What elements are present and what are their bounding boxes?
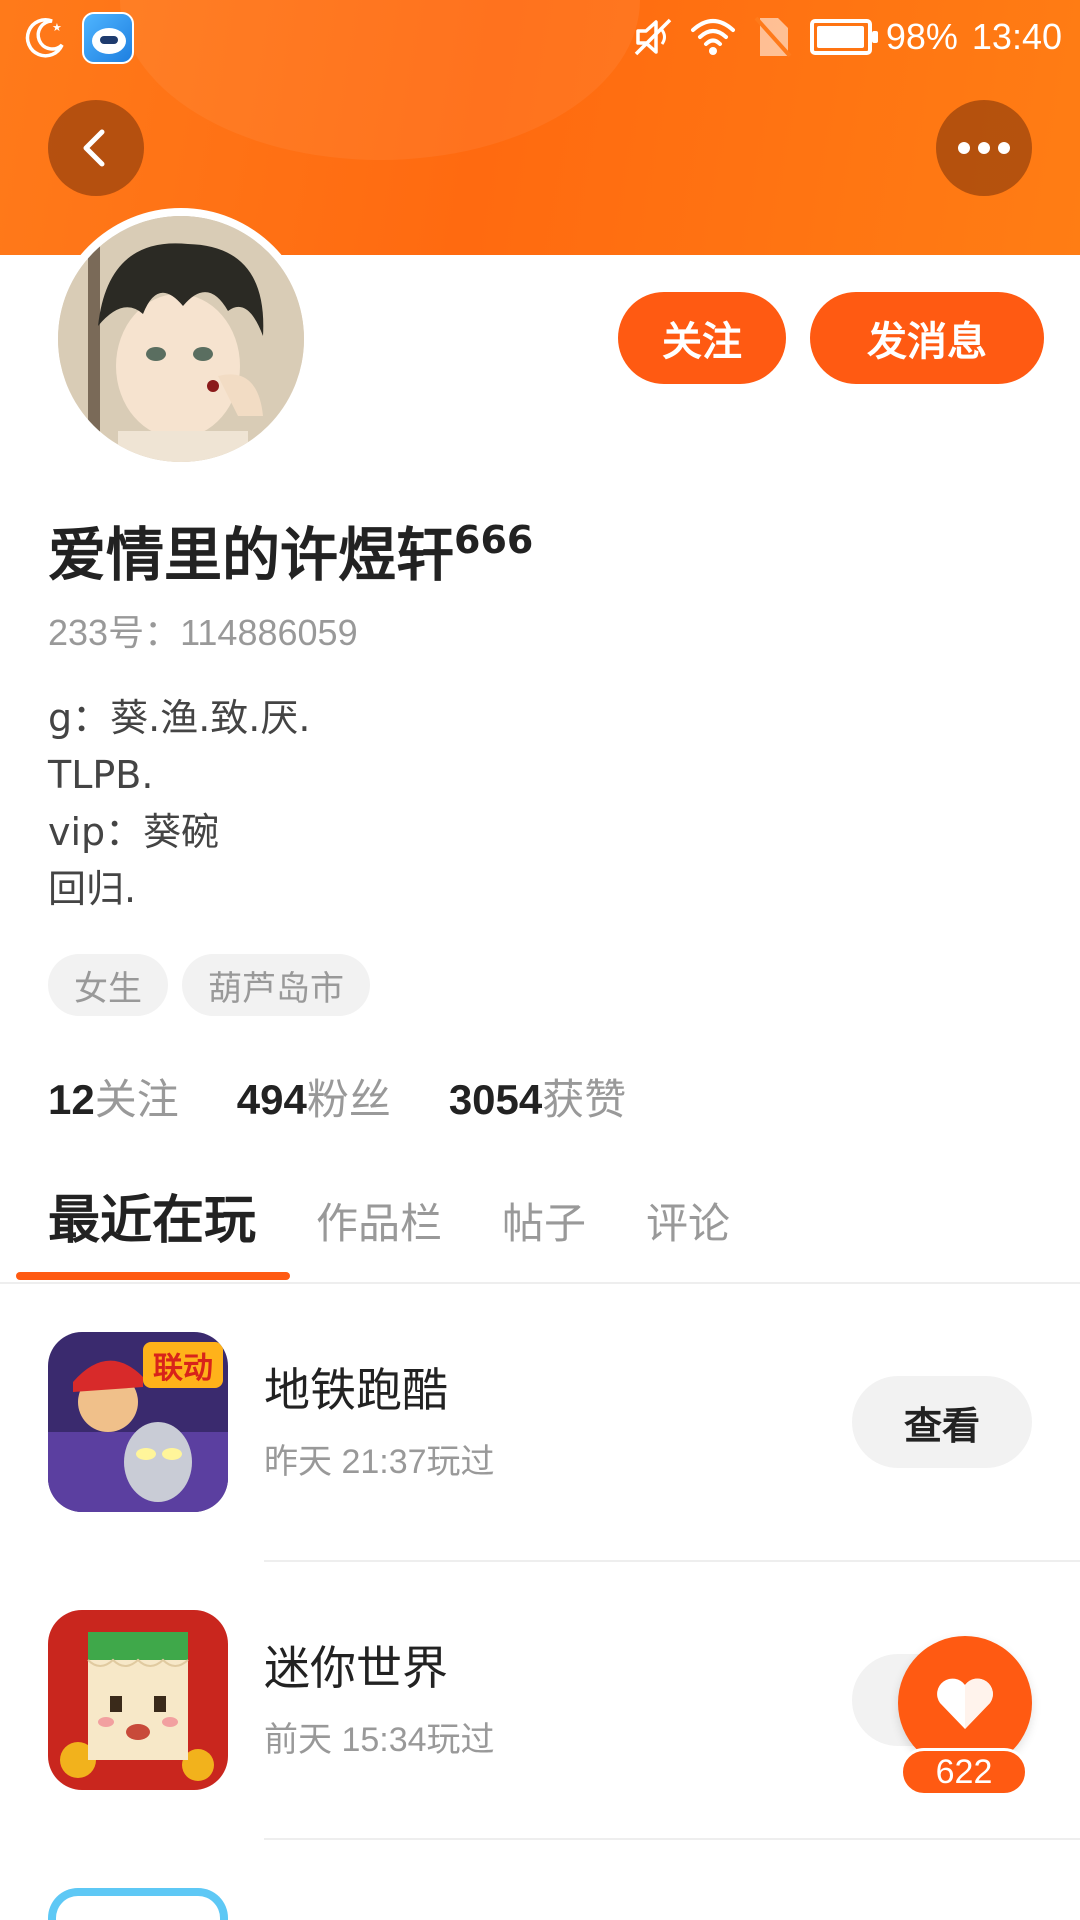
no-sim-icon bbox=[754, 16, 792, 58]
more-horizontal-icon bbox=[958, 142, 1010, 154]
tab-comments[interactable]: 评论 bbox=[646, 1190, 730, 1251]
tab-works[interactable]: 作品栏 bbox=[316, 1190, 442, 1251]
likes-stat[interactable]: 3054获赞 bbox=[449, 1066, 626, 1127]
username-suffix: 666 bbox=[454, 518, 534, 562]
profile-stats: 12关注 494粉丝 3054获赞 bbox=[48, 1066, 626, 1127]
likes-label: 获赞 bbox=[542, 1075, 627, 1124]
game-last-played: 昨天 21:37玩过 bbox=[264, 1443, 495, 1481]
game-icon-partial bbox=[48, 1888, 228, 1920]
location-tag: 葫芦岛市 bbox=[182, 954, 370, 1016]
game-badge: 联动 bbox=[153, 1351, 213, 1386]
followers-count: 494 bbox=[236, 1076, 307, 1123]
game-last-played: 前天 15:34玩过 bbox=[264, 1721, 495, 1759]
wifi-icon bbox=[690, 19, 735, 55]
back-button[interactable] bbox=[48, 100, 144, 196]
moon-icon: ★ bbox=[25, 18, 64, 58]
user-id: 233号：114886059 bbox=[48, 612, 358, 653]
likes-count: 3054 bbox=[448, 1076, 543, 1123]
mini-world-icon bbox=[48, 1610, 228, 1790]
send-message-button[interactable]: 发消息 bbox=[810, 292, 1044, 384]
username: 爱情里的许煜轩666 bbox=[48, 508, 533, 592]
view-game-button[interactable]: 查看 bbox=[852, 1376, 1032, 1468]
bio-line: vip：葵碗 bbox=[48, 810, 220, 854]
battery-percent: 98% bbox=[885, 16, 958, 57]
bio: g：葵.渔.致.厌. TLPB. vip：葵碗 回归. bbox=[48, 690, 310, 918]
followers-stat[interactable]: 494粉丝 bbox=[237, 1066, 391, 1127]
tab-posts[interactable]: 帖子 bbox=[502, 1190, 586, 1251]
active-tab-indicator bbox=[16, 1272, 290, 1280]
battery-icon bbox=[809, 19, 878, 55]
like-count-badge: 622 bbox=[900, 1748, 1028, 1796]
followers-label: 粉丝 bbox=[306, 1075, 391, 1124]
game-row[interactable]: 联动 地铁跑酷 昨天 21:37玩过 查看 bbox=[0, 1284, 1080, 1562]
mute-icon bbox=[634, 18, 672, 56]
gender-tag: 女生 bbox=[48, 954, 168, 1016]
status-bar: ★ 98% 13:40 bbox=[0, 0, 1080, 84]
more-button[interactable] bbox=[936, 100, 1032, 196]
game-name: 地铁跑酷 bbox=[264, 1363, 448, 1417]
chevron-left-icon bbox=[83, 129, 105, 167]
following-label: 关注 bbox=[94, 1075, 179, 1124]
bio-line: 回归. bbox=[48, 867, 137, 911]
heart-icon bbox=[937, 1678, 993, 1729]
following-stat[interactable]: 12关注 bbox=[48, 1066, 179, 1127]
profile-tags: 女生 葫芦岛市 bbox=[48, 954, 370, 1016]
game-name: 迷你世界 bbox=[264, 1641, 448, 1695]
following-count: 12 bbox=[48, 1076, 95, 1123]
username-text: 爱情里的许煜轩 bbox=[48, 521, 455, 589]
avatar[interactable] bbox=[50, 208, 312, 470]
battery-level bbox=[816, 26, 864, 48]
svg-text:★: ★ bbox=[52, 21, 62, 34]
notification-app-icon bbox=[82, 12, 134, 64]
tab-recently-played[interactable]: 最近在玩 bbox=[48, 1178, 256, 1253]
profile-tabs: 最近在玩 作品栏 帖子 评论 bbox=[48, 1178, 730, 1253]
bio-line: TLPB. bbox=[48, 753, 154, 797]
subway-surfers-icon: 联动 bbox=[48, 1332, 228, 1512]
bio-line: g：葵.渔.致.厌. bbox=[48, 696, 311, 740]
avatar-image bbox=[58, 216, 304, 462]
clock: 13:40 bbox=[971, 16, 1062, 57]
row-divider bbox=[264, 1838, 1080, 1840]
follow-button[interactable]: 关注 bbox=[618, 292, 786, 384]
